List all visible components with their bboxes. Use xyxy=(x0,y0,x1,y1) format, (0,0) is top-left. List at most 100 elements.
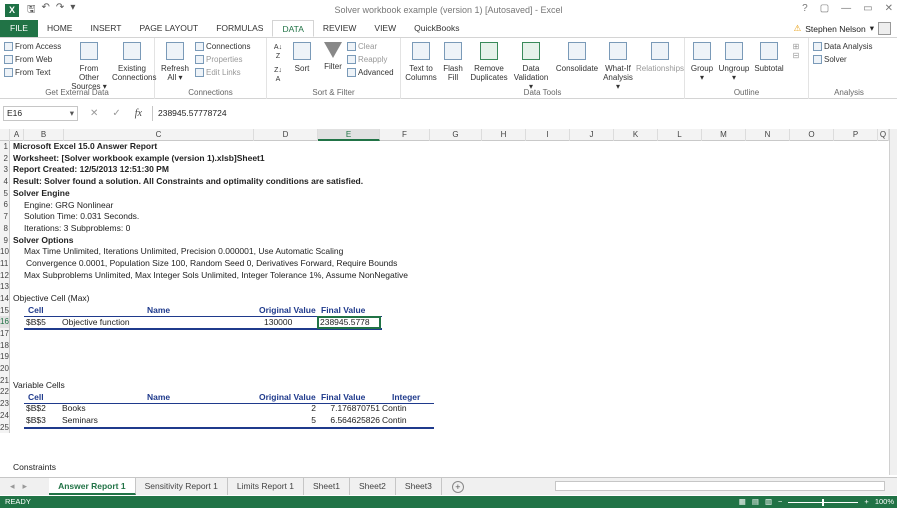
row-header[interactable]: 4 xyxy=(0,176,9,188)
save-icon[interactable]: 🖫 xyxy=(27,2,36,19)
scroll-right-icon[interactable]: ▸ xyxy=(23,481,28,492)
column-header[interactable]: K xyxy=(614,129,658,141)
row-header[interactable]: 17 xyxy=(0,328,9,340)
tab-home[interactable]: HOME xyxy=(38,20,82,37)
tab-page-layout[interactable]: PAGE LAYOUT xyxy=(130,20,207,37)
row-header[interactable]: 8 xyxy=(0,223,9,235)
formula-input[interactable]: 238945.57778724 xyxy=(152,106,897,121)
sheet-tab-sheet2[interactable]: Sheet2 xyxy=(350,478,396,495)
ungroup-button[interactable]: Ungroup ▾ xyxy=(717,42,751,82)
insert-function-icon[interactable]: fx xyxy=(135,108,142,119)
sort-za-button[interactable]: Z↓ A xyxy=(271,66,285,84)
customize-icon[interactable]: ▾ xyxy=(70,2,75,19)
remove-duplicates-button[interactable]: Remove Duplicates xyxy=(468,42,510,82)
clear-button[interactable]: Clear xyxy=(347,42,377,52)
from-web-button[interactable]: From Web xyxy=(4,55,52,65)
sheet-tab-sheet3[interactable]: Sheet3 xyxy=(396,478,442,495)
undo-icon[interactable]: ↶ xyxy=(42,2,50,19)
tab-insert[interactable]: INSERT xyxy=(81,20,130,37)
row-header[interactable]: 13 xyxy=(0,281,9,293)
zoom-in-icon[interactable]: + xyxy=(864,496,868,508)
text-to-columns-button[interactable]: Text to Columns xyxy=(405,42,437,82)
advanced-button[interactable]: Advanced xyxy=(347,68,394,78)
tab-formulas[interactable]: FORMULAS xyxy=(207,20,272,37)
filter-button[interactable]: Filter xyxy=(321,42,345,71)
minimize-icon[interactable]: — xyxy=(841,3,851,14)
enter-icon[interactable]: ✓ xyxy=(112,108,120,119)
row-header[interactable]: 7 xyxy=(0,211,9,223)
column-header[interactable]: B xyxy=(24,129,64,141)
row-header[interactable]: 3 xyxy=(0,164,9,176)
row-header[interactable]: 14 xyxy=(0,293,9,305)
column-header[interactable]: C xyxy=(64,129,254,141)
row-header[interactable]: 20 xyxy=(0,363,9,375)
row-header[interactable]: 1 xyxy=(0,141,9,153)
from-text-button[interactable]: From Text xyxy=(4,68,50,78)
column-header[interactable]: Q xyxy=(878,129,889,141)
data-analysis-button[interactable]: Data Analysis xyxy=(813,42,872,52)
row-header[interactable]: 24 xyxy=(0,410,9,422)
row-header[interactable]: 15 xyxy=(0,305,9,317)
vertical-scrollbar[interactable] xyxy=(889,129,897,475)
row-header[interactable]: 6 xyxy=(0,199,9,211)
zoom-out-icon[interactable]: − xyxy=(778,496,782,508)
cancel-icon[interactable]: ✕ xyxy=(90,108,98,119)
add-sheet-icon[interactable]: + xyxy=(451,480,464,493)
data-validation-button[interactable]: Data Validation ▾ xyxy=(511,42,551,91)
scroll-left-icon[interactable]: ◂ xyxy=(10,481,15,492)
subtotal-button[interactable]: Subtotal xyxy=(753,42,785,73)
row-header[interactable]: 21 xyxy=(0,375,9,387)
sheet-tab-limits-report-1[interactable]: Limits Report 1 xyxy=(228,478,305,495)
group-button[interactable]: Group ▾ xyxy=(689,42,715,82)
ribbon-display-icon[interactable]: ▢ xyxy=(820,3,829,14)
column-header[interactable]: G xyxy=(430,129,482,141)
normal-view-icon[interactable]: ▦ xyxy=(739,496,746,508)
sheet-tab-sensitivity-report-1[interactable]: Sensitivity Report 1 xyxy=(136,478,228,495)
sort-az-button[interactable]: A↓ Z xyxy=(271,43,285,61)
zoom-level[interactable]: 100% xyxy=(875,496,894,508)
column-header[interactable]: F xyxy=(380,129,430,141)
row-header[interactable]: 9 xyxy=(0,235,9,247)
row-header[interactable]: 22 xyxy=(0,386,9,398)
name-box[interactable]: E16 ▾ xyxy=(3,106,78,121)
tab-review[interactable]: REVIEW xyxy=(314,20,366,37)
select-all-button[interactable] xyxy=(0,129,10,141)
tab-view[interactable]: VIEW xyxy=(365,20,405,37)
properties-button[interactable]: Properties xyxy=(195,55,242,65)
maximize-icon[interactable]: ▭ xyxy=(863,3,872,14)
edit-links-button[interactable]: Edit Links xyxy=(195,68,241,78)
page-break-view-icon[interactable]: ▥ xyxy=(765,496,772,508)
row-header[interactable]: 25 xyxy=(0,422,9,434)
sort-button[interactable]: Sort xyxy=(289,42,315,73)
row-header[interactable]: 23 xyxy=(0,398,9,410)
column-header[interactable]: N xyxy=(746,129,790,141)
row-header[interactable]: 18 xyxy=(0,340,9,352)
solver-button[interactable]: Solver xyxy=(813,55,847,65)
row-header[interactable]: 19 xyxy=(0,351,9,363)
zoom-slider[interactable] xyxy=(788,498,859,506)
sheet-tab-answer-report-1[interactable]: Answer Report 1 xyxy=(49,478,136,495)
row-header[interactable]: 5 xyxy=(0,188,9,200)
sheet-tab-sheet1[interactable]: Sheet1 xyxy=(304,478,350,495)
from-access-button[interactable]: From Access xyxy=(4,42,61,52)
row-header[interactable]: 11 xyxy=(0,258,9,270)
zoom-slider-thumb[interactable] xyxy=(822,498,825,506)
column-header[interactable]: L xyxy=(658,129,702,141)
column-header[interactable]: D xyxy=(254,129,318,141)
column-header[interactable]: I xyxy=(526,129,570,141)
row-header-selected[interactable]: 16 xyxy=(0,316,9,328)
help-icon[interactable]: ? xyxy=(802,3,808,14)
column-header[interactable]: M xyxy=(702,129,746,141)
horizontal-scrollbar[interactable] xyxy=(555,481,885,491)
row-header[interactable]: 10 xyxy=(0,246,9,258)
active-cell-e16[interactable] xyxy=(317,315,381,330)
existing-connections-button[interactable]: Existing Connections xyxy=(112,42,156,82)
close-icon[interactable]: ✕ xyxy=(885,3,893,14)
column-header[interactable]: P xyxy=(834,129,878,141)
tab-quickbooks[interactable]: QuickBooks xyxy=(405,20,468,37)
column-header[interactable]: A xyxy=(10,129,24,141)
consolidate-button[interactable]: Consolidate xyxy=(554,42,600,73)
column-header[interactable]: J xyxy=(570,129,614,141)
tab-file[interactable]: FILE xyxy=(0,20,38,37)
from-other-sources-button[interactable]: From Other Sources ▾ xyxy=(70,42,108,91)
